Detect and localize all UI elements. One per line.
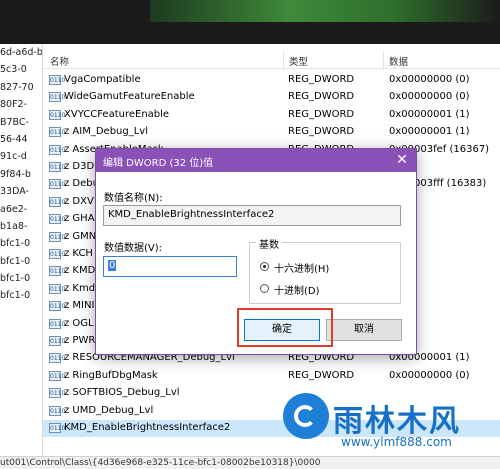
dword-value-icon: 0110 xyxy=(49,423,66,433)
cell-name: z OGL xyxy=(64,317,94,329)
value-data-input[interactable]: 0 xyxy=(103,256,237,277)
dword-value-icon: 0110 xyxy=(49,266,66,277)
cell-data: 0x00000000 (0) xyxy=(389,369,470,381)
dword-value-icon: 0110 xyxy=(49,249,66,259)
table-row[interactable]: 0110 z RingBufDbgMask REG_DWORD 0x00000000 … xyxy=(43,368,500,385)
tree-node[interactable]: bfc1-0 xyxy=(0,253,42,270)
annotation-highlight-box xyxy=(237,308,333,347)
base-label: 基数 xyxy=(256,236,282,251)
value-data-label: 数值数据(V): xyxy=(104,243,163,254)
dword-value-icon: 0110 xyxy=(49,370,66,381)
cell-data: 0x00000000 (0) xyxy=(389,91,470,103)
column-data[interactable]: 数据 xyxy=(389,54,408,68)
cell-type: REG_DWORD xyxy=(288,74,355,85)
top-decoration xyxy=(150,0,500,22)
cell-data: 0x00000001 (1) xyxy=(389,126,470,138)
dword-value-icon: 0110 xyxy=(49,388,66,399)
cell-name: z Kmd xyxy=(64,282,96,294)
dword-value-icon: 0110 xyxy=(49,109,66,120)
dialog-title: 编辑 DWORD (32 位)值 xyxy=(103,158,214,169)
tree-node[interactable]: bfc1-0 xyxy=(0,270,42,287)
hex-radio[interactable] xyxy=(260,262,269,271)
tree-node[interactable]: a6e2- xyxy=(0,201,42,218)
cell-name: z GMN xyxy=(64,230,97,242)
cell-name: z D3D xyxy=(64,161,95,172)
column-divider[interactable] xyxy=(283,52,284,68)
cell-type: REG_DWORD xyxy=(288,369,355,381)
dword-value-icon: 0110 xyxy=(49,405,66,416)
hex-radio-label[interactable]: 十六进制(H) xyxy=(274,260,329,275)
tree-node[interactable]: B7BC- xyxy=(0,114,42,131)
watermark-url: www.ylmf888.com xyxy=(341,435,452,449)
table-row[interactable]: 0110 XVYCCFeatureEnable REG_DWORD 0x0000000… xyxy=(43,107,500,124)
column-divider[interactable] xyxy=(383,52,384,68)
dec-radio-label[interactable]: 十进制(D) xyxy=(274,282,320,297)
cell-name: z SOFTBIOS_Debug_Lvl xyxy=(64,387,180,399)
dec-radio[interactable] xyxy=(260,284,269,293)
cell-name: z DXV xyxy=(64,195,94,207)
cell-name: z Debu xyxy=(64,178,99,190)
dword-value-icon: 0110 xyxy=(49,179,66,190)
registry-tree-pane[interactable]: 6d-a6d-b 5c3-0 827-70 80F2- B7BC- 56-44 91c-d 9… xyxy=(0,44,43,456)
cell-name: WideGamutFeatureEnable xyxy=(64,91,195,103)
tree-node[interactable]: b1a8- xyxy=(0,218,42,235)
cancel-button[interactable]: 取消 xyxy=(326,319,402,341)
cell-type: REG_DWORD xyxy=(288,126,355,138)
cell-data: 0x00000001 (1) xyxy=(389,108,470,120)
dword-value-icon: 0110 xyxy=(49,144,66,155)
dword-value-icon: 0110 xyxy=(49,127,66,138)
cell-name: z KMD xyxy=(64,265,96,277)
dword-value-icon: 0110 xyxy=(49,318,66,329)
tree-node[interactable]: 9f84-b xyxy=(0,166,42,183)
cell-name: z KCH xyxy=(64,248,93,259)
cell-type: REG_DWORD xyxy=(288,91,355,103)
dword-value-icon: 0110 xyxy=(49,336,66,346)
tree-node[interactable]: 91c-d xyxy=(0,148,42,165)
dword-value-icon: 0110 xyxy=(49,162,66,172)
tree-node[interactable]: 56-44 xyxy=(0,131,42,148)
tree-node[interactable]: 5c3-0 xyxy=(0,61,42,78)
dword-value-icon: 0110 xyxy=(49,231,66,242)
base-groupbox: 基数 十六进制(H) 十进制(D) xyxy=(249,236,401,304)
table-row[interactable]: 0110 VgaCompatible REG_DWORD 0x00000000 (0) xyxy=(43,72,500,89)
cell-name: z GHA xyxy=(64,213,95,225)
tree-node[interactable]: 827-70 xyxy=(0,79,42,96)
table-row[interactable]: 0110 WideGamutFeatureEnable REG_DWORD 0x000… xyxy=(43,89,500,106)
close-icon[interactable]: ✕ xyxy=(388,149,416,172)
dword-value-icon: 0110 xyxy=(49,75,66,85)
table-row[interactable]: 0110 z AIM_Debug_Lvl REG_DWORD 0x00000001 (… xyxy=(43,124,500,141)
status-bar-path: ut001\Control\Class\{4d36e968-e325-11ce-… xyxy=(0,456,500,469)
value-name-field: KMD_EnableBrightnessInterface2 xyxy=(103,205,401,226)
column-type[interactable]: 类型 xyxy=(289,54,308,68)
value-name-label: 数值名称(N): xyxy=(104,193,163,204)
dword-value-icon: 0110 xyxy=(49,214,66,225)
cell-name: z RingBufDbgMask xyxy=(64,369,158,381)
dword-value-icon: 0110 xyxy=(49,196,66,207)
tree-node[interactable]: 6d-a6d-b xyxy=(0,44,42,61)
window-top-strip xyxy=(0,0,500,44)
tree-node[interactable]: 80F2- xyxy=(0,96,42,113)
dword-value-icon: 0110 xyxy=(49,283,66,294)
column-header: 名称 类型 数据 xyxy=(43,52,500,69)
watermark-logo-icon xyxy=(283,393,329,439)
cell-name: z MINI xyxy=(64,300,95,312)
cell-name: VgaCompatible xyxy=(64,74,141,85)
value-data-text: 0 xyxy=(108,260,117,271)
cell-name: z PWR xyxy=(64,335,96,346)
cell-type: REG_DWORD xyxy=(288,108,355,120)
cell-name: z AIM_Debug_Lvl xyxy=(64,126,148,138)
dialog-title-bar[interactable]: 编辑 DWORD (32 位)值 ✕ xyxy=(96,149,416,172)
watermark-title: 雨林木风 xyxy=(333,404,461,439)
tree-node[interactable]: bfc1-0 xyxy=(0,235,42,252)
tree-node[interactable]: 33DA- xyxy=(0,183,42,200)
cell-name: XVYCCFeatureEnable xyxy=(64,108,170,120)
tree-node[interactable]: bfc1-0 xyxy=(0,287,42,304)
column-name[interactable]: 名称 xyxy=(50,54,69,68)
dword-value-icon: 0110 xyxy=(49,301,66,312)
cell-name: z UMD_Debug_Lvl xyxy=(64,404,154,416)
dword-value-icon: 0110 xyxy=(49,92,66,103)
cell-data: 0x00000000 (0) xyxy=(389,74,470,85)
cell-name: KMD_EnableBrightnessInterface2 xyxy=(64,422,231,433)
dword-value-icon: 0110 xyxy=(49,353,66,364)
